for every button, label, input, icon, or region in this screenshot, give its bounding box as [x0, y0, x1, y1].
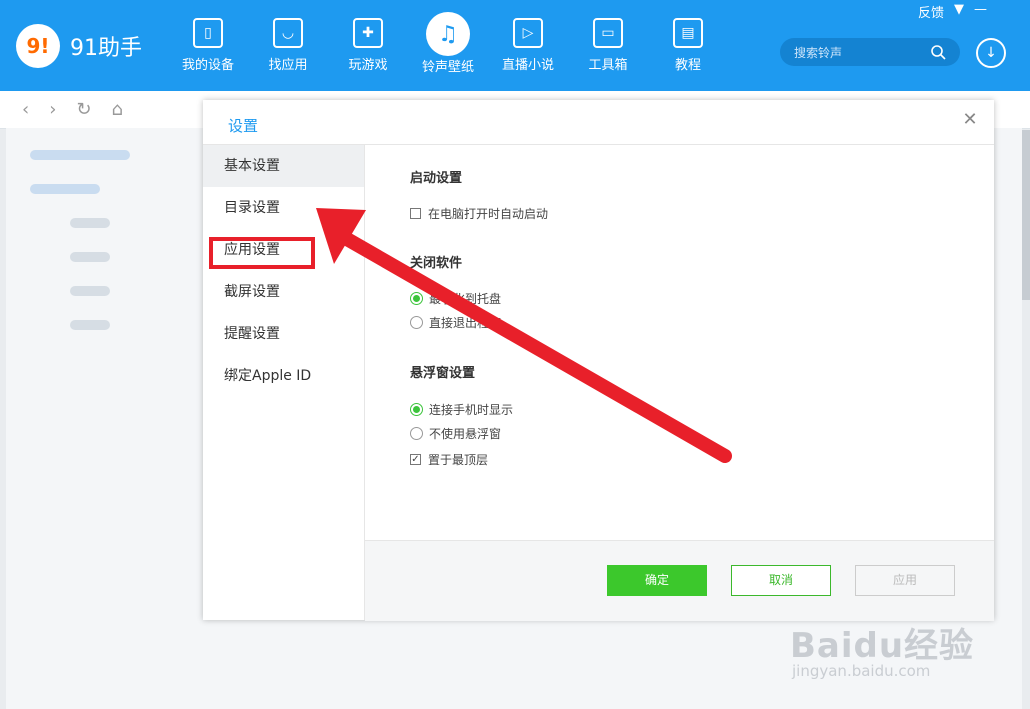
- search-icon[interactable]: [930, 44, 946, 60]
- settings-content: 启动设置 在电脑打开时自动启动 关闭软件 最小化到托盘 直接退出程序 悬浮窗设置…: [365, 145, 994, 540]
- settings-dialog: 设置 ✕ 基本设置 目录设置 应用设置 截屏设置 提醒设置 绑定Apple ID…: [203, 100, 994, 621]
- bag-icon: ◡: [273, 18, 303, 48]
- float-top-option[interactable]: ✓ 置于最顶层: [410, 451, 488, 468]
- gamepad-icon: ✚: [353, 18, 383, 48]
- settings-sidebar: 基本设置 目录设置 应用设置 截屏设置 提醒设置 绑定Apple ID: [203, 145, 365, 620]
- scrollbar[interactable]: [1022, 130, 1030, 300]
- dialog-title: 设置: [228, 117, 259, 135]
- blurred-item: [70, 252, 110, 262]
- top-layer-checkbox[interactable]: ✓: [410, 454, 421, 465]
- blurred-item: [70, 218, 110, 228]
- search-box[interactable]: 搜索铃声: [780, 38, 960, 66]
- nav-games[interactable]: ✚ 玩游戏: [328, 14, 408, 75]
- close-exit-option[interactable]: 直接退出程序: [410, 314, 501, 331]
- highlight-box: [209, 237, 315, 269]
- sidebar-item-basic[interactable]: 基本设置: [203, 145, 364, 187]
- section-title-close: 关闭软件: [410, 256, 463, 271]
- blurred-item: [70, 320, 110, 330]
- sidebar-item-reminders[interactable]: 提醒设置: [203, 313, 364, 355]
- nav-toolbox[interactable]: ▭ 工具箱: [568, 14, 648, 75]
- watermark-url: jingyan.baidu.com: [792, 662, 931, 680]
- autostart-checkbox[interactable]: [410, 208, 421, 219]
- clipboard-icon: ▤: [673, 18, 703, 48]
- nav-find-apps[interactable]: ◡ 找应用: [248, 14, 328, 75]
- startup-autostart-option[interactable]: 在电脑打开时自动启动: [410, 205, 548, 222]
- close-minimize-option[interactable]: 最小化到托盘: [410, 290, 501, 307]
- minimize-radio[interactable]: [410, 292, 423, 305]
- minimize-icon[interactable]: —: [974, 2, 987, 21]
- sidebar-item-screenshot[interactable]: 截屏设置: [203, 271, 364, 313]
- nav-tutorials[interactable]: ▤ 教程: [648, 14, 728, 75]
- float-show-radio[interactable]: [410, 403, 423, 416]
- blurred-item: [30, 150, 130, 160]
- toolbox-icon: ▭: [593, 18, 623, 48]
- app-name: 91助手: [70, 36, 142, 61]
- refresh-icon[interactable]: ↻: [76, 99, 91, 120]
- download-icon[interactable]: ↓: [976, 38, 1006, 68]
- search-input[interactable]: 搜索铃声: [794, 44, 842, 61]
- feedback-link[interactable]: 反馈: [918, 2, 944, 21]
- sidebar-item-apple-id[interactable]: 绑定Apple ID: [203, 355, 364, 397]
- forward-icon[interactable]: ›: [49, 99, 56, 120]
- blurred-item: [70, 286, 110, 296]
- exit-radio[interactable]: [410, 316, 423, 329]
- main-nav: ▯ 我的设备 ◡ 找应用 ✚ 玩游戏 ♫ 铃声壁纸 ▷ 直播小说 ▭ 工具箱 ▤…: [168, 12, 728, 75]
- cancel-button[interactable]: 取消: [731, 565, 831, 596]
- home-icon[interactable]: ⌂: [112, 99, 123, 120]
- sidebar-item-directory[interactable]: 目录设置: [203, 187, 364, 229]
- nav-my-device[interactable]: ▯ 我的设备: [168, 14, 248, 75]
- ok-button[interactable]: 确定: [607, 565, 707, 596]
- play-icon: ▷: [513, 18, 543, 48]
- nav-ringtones-wallpapers[interactable]: ♫ 铃声壁纸: [408, 12, 488, 75]
- back-icon[interactable]: ‹: [22, 99, 29, 120]
- apply-button[interactable]: 应用: [855, 565, 955, 596]
- menu-icon[interactable]: ▼: [954, 2, 964, 21]
- float-disable-option[interactable]: 不使用悬浮窗: [410, 425, 501, 442]
- nav-live-novels[interactable]: ▷ 直播小说: [488, 14, 568, 75]
- section-title-startup: 启动设置: [410, 171, 463, 186]
- logo-icon: 9!: [16, 24, 60, 68]
- blurred-item: [30, 184, 100, 194]
- device-icon: ▯: [193, 18, 223, 48]
- baidu-watermark: Baidu经验 jingyan.baidu.com: [790, 600, 1000, 690]
- window-controls: 反馈 ▼ —: [918, 2, 987, 21]
- float-show-option[interactable]: 连接手机时显示: [410, 401, 513, 418]
- close-icon[interactable]: ✕: [960, 110, 980, 130]
- background-sidebar: [30, 150, 130, 354]
- float-disable-radio[interactable]: [410, 427, 423, 440]
- music-note-icon: ♫: [426, 12, 470, 56]
- top-bar: 9! 91助手 ▯ 我的设备 ◡ 找应用 ✚ 玩游戏 ♫ 铃声壁纸 ▷ 直播小说…: [0, 0, 1030, 91]
- watermark-logo: Baidu经验: [790, 626, 975, 666]
- section-title-float: 悬浮窗设置: [410, 366, 476, 381]
- app-logo[interactable]: 9! 91助手: [16, 24, 142, 68]
